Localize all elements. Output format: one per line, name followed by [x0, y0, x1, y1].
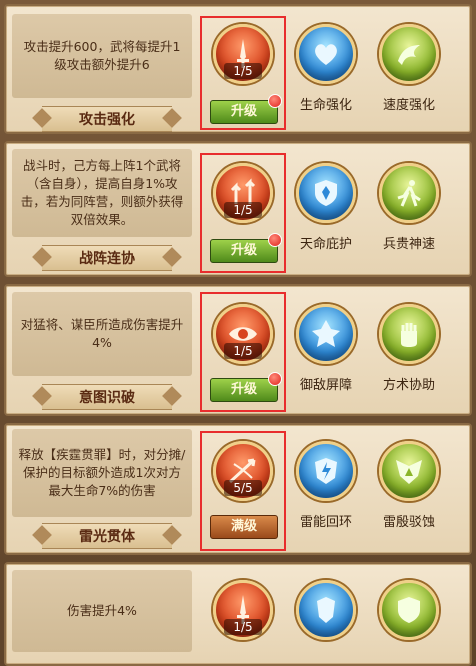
skill-name: 生命强化: [299, 98, 352, 113]
skill-level: 5/5: [224, 480, 262, 496]
skill-thunder-cycle[interactable]: 雷能回环: [290, 441, 362, 530]
sword-icon[interactable]: 1/5: [213, 24, 273, 84]
talent-row-2: 战斗时，己方每上阵1个武将（含自身），提高自身1%攻击，若为同阵营，则额外获得双…: [4, 141, 472, 277]
talent-title-banner: 雷光贯体: [42, 523, 172, 549]
talent-title: 战阵连协: [79, 251, 135, 267]
main-skill[interactable]: 1/5: [207, 580, 279, 640]
skill-blue[interactable]: [290, 580, 362, 640]
talent-description: 攻击提升600，武将每提升1级攻击额外提升6: [12, 14, 192, 98]
arrows-up-icon[interactable]: 1/5: [213, 163, 273, 223]
talent-title: 攻击强化: [79, 112, 135, 128]
eye-icon[interactable]: 1/5: [213, 304, 273, 364]
talent-panel: 攻击提升600，武将每提升1级攻击额外提升6 攻击强化 1/5 升级 生命强化 …: [0, 0, 476, 666]
thunder-crest-icon[interactable]: [296, 441, 356, 501]
skill-name: 速度强化: [382, 98, 435, 113]
skill-magic-assist[interactable]: 方术协助: [373, 304, 445, 393]
talent-description: 伤害提升4%: [12, 570, 192, 652]
notification-dot: [268, 372, 282, 386]
talent-row-1: 攻击提升600，武将每提升1级攻击额外提升6 攻击强化 1/5 升级 生命强化 …: [4, 4, 472, 134]
talent-row-5: 伤害提升4% 1/5: [4, 562, 472, 666]
skill-name: 天命庇护: [299, 237, 352, 252]
wind-horse-icon[interactable]: [379, 24, 439, 84]
talent-title: 意图识破: [79, 390, 135, 406]
main-skill[interactable]: 1/5: [207, 304, 279, 364]
skill-name: 雷殷驳蚀: [382, 515, 435, 530]
main-skill[interactable]: 1/5: [207, 163, 279, 223]
running-figure-icon[interactable]: [379, 163, 439, 223]
skill-level: 1/5: [224, 343, 262, 359]
skill-defense-barrier[interactable]: 御敌屏障: [290, 304, 362, 393]
talent-description-text: 伤害提升4%: [67, 603, 137, 618]
talent-description: 战斗时，己方每上阵1个武将（含自身），提高自身1%攻击，若为同阵营，则额外获得双…: [12, 149, 192, 237]
main-skill[interactable]: 1/5: [207, 24, 279, 84]
barrier-icon[interactable]: [296, 304, 356, 364]
talent-description-text: 攻击提升600，武将每提升1级攻击额外提升6: [23, 39, 181, 72]
skill-swift-troops[interactable]: 兵贵神速: [373, 163, 445, 252]
talent-description-text: 释放【疾霆贯罪】时，对分摊/保护的目标额外造成1次对方最大生命7%的伤害: [18, 447, 186, 498]
talent-description-text: 对猛将、谋臣所造成伤害提升4%: [20, 317, 184, 350]
fist-icon[interactable]: [379, 304, 439, 364]
talent-title-banner: 意图识破: [42, 384, 172, 410]
notification-dot: [268, 94, 282, 108]
skill-level: 1/5: [224, 202, 262, 218]
skill-level: 1/5: [224, 619, 262, 635]
skill-thunder-erosion[interactable]: 雷殷驳蚀: [373, 441, 445, 530]
skill-name: 雷能回环: [299, 515, 352, 530]
skill-name: 御敌屏障: [299, 378, 352, 393]
lightning-spear-icon[interactable]: 5/5: [213, 441, 273, 501]
talent-row-4: 释放【疾霆贯罪】时，对分摊/保护的目标额外造成1次对方最大生命7%的伤害 雷光贯…: [4, 423, 472, 555]
max-level-button[interactable]: 满级: [210, 515, 278, 539]
skill-destiny-protect[interactable]: 天命庇护: [290, 163, 362, 252]
talent-description: 对猛将、谋臣所造成伤害提升4%: [12, 292, 192, 376]
skill-green[interactable]: [373, 580, 445, 640]
skill-level: 1/5: [224, 63, 262, 79]
crest-icon[interactable]: [296, 580, 356, 640]
skill-name: 方术协助: [382, 378, 435, 393]
talent-row-3: 对猛将、谋臣所造成伤害提升4% 意图识破 1/5 升级 御敌屏障 方术协助: [4, 284, 472, 416]
skill-speed-boost[interactable]: 速度强化: [373, 24, 445, 113]
talent-description-text: 战斗时，己方每上阵1个武将（含自身），提高自身1%攻击，若为同阵营，则额外获得双…: [20, 158, 184, 227]
talent-title-banner: 攻击强化: [42, 106, 172, 132]
thunder-emblem-icon[interactable]: [379, 441, 439, 501]
shield-icon[interactable]: [296, 163, 356, 223]
main-skill[interactable]: 5/5: [207, 441, 279, 501]
heart-icon[interactable]: [296, 24, 356, 84]
skill-name: 兵贵神速: [382, 237, 435, 252]
talent-title: 雷光贯体: [79, 529, 135, 545]
talent-title-banner: 战阵连协: [42, 245, 172, 271]
talent-description: 释放【疾霆贯罪】时，对分摊/保护的目标额外造成1次对方最大生命7%的伤害: [12, 429, 192, 517]
shield-crest-icon[interactable]: [379, 580, 439, 640]
skill-life-boost[interactable]: 生命强化: [290, 24, 362, 113]
sword-icon[interactable]: 1/5: [213, 580, 273, 640]
notification-dot: [268, 233, 282, 247]
